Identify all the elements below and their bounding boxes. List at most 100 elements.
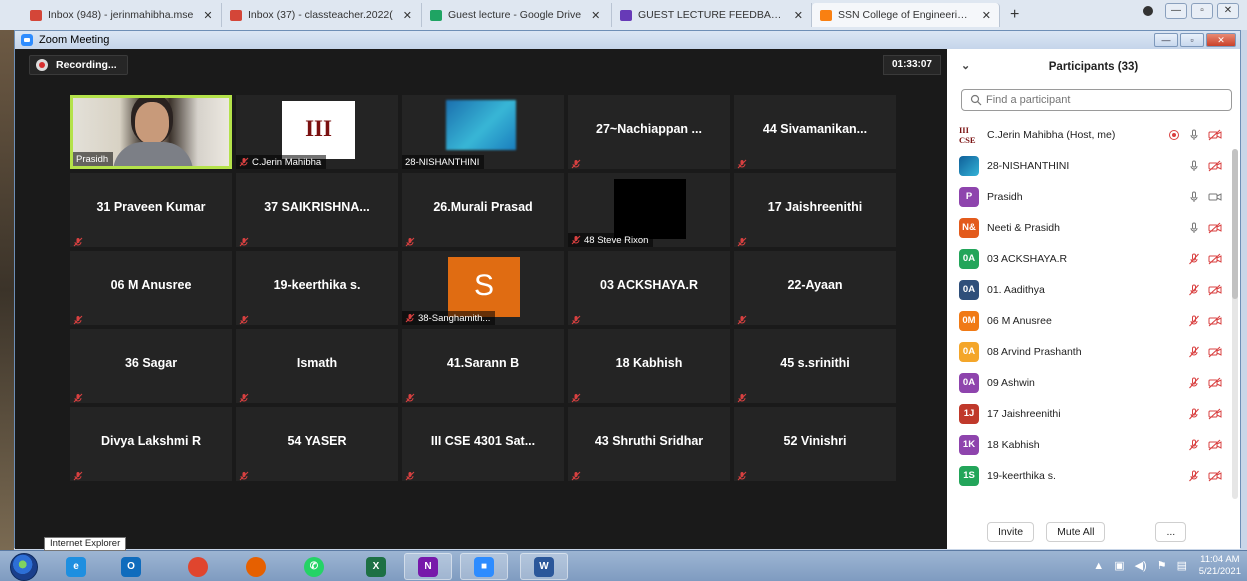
participant-tile[interactable]: 26.Murali Prasad — [402, 173, 564, 247]
browser-restore-button[interactable]: ▫ — [1191, 3, 1213, 19]
participant-tile[interactable]: III CSEC.Jerin Mahibha — [236, 95, 398, 169]
battery-icon[interactable]: ▤ — [1177, 559, 1187, 572]
maximize-button[interactable]: ▫ — [1180, 33, 1204, 47]
browser-tab[interactable]: GUEST LECTURE FEEDBACK FO ✕ — [612, 3, 812, 27]
participant-tile[interactable]: 22-Ayaan — [734, 251, 896, 325]
participant-row[interactable]: 28-NISHANTHINI — [947, 150, 1230, 181]
participant-tile[interactable]: 27~Nachiappan ... — [568, 95, 730, 169]
participant-tile[interactable]: 43 Shruthi Sridhar — [568, 407, 730, 481]
more-options-button[interactable]: ... — [1155, 522, 1187, 542]
participant-tile[interactable]: 45 s.srinithi — [734, 329, 896, 403]
participant-row[interactable]: 1S 19-keerthika s. — [947, 460, 1230, 487]
zoom-meeting-window: Zoom Meeting — ▫ ✕ Recording... 01:33:07… — [14, 30, 1241, 549]
participant-tile[interactable]: 19-keerthika s. — [236, 251, 398, 325]
browser-tab[interactable]: SSN College of Engineering: Lo ✕ — [812, 3, 1000, 27]
action-center-flag-icon[interactable]: ⚑ — [1157, 559, 1167, 572]
participant-tile[interactable]: 17 Jaishreenithi — [734, 173, 896, 247]
participant-tile[interactable]: 31 Praveen Kumar — [70, 173, 232, 247]
participant-tile[interactable]: 18 Kabhish — [568, 329, 730, 403]
invite-button[interactable]: Invite — [987, 522, 1035, 542]
browser-tab-label: SSN College of Engineering: Lo — [838, 9, 972, 21]
participant-search[interactable] — [961, 89, 1232, 111]
browser-tab[interactable]: Guest lecture - Google Drive ✕ — [422, 3, 612, 27]
taskbar-app-button[interactable]: ■ — [460, 553, 508, 580]
participant-list: III CSE C.Jerin Mahibha (Host, me) 28-NISH… — [947, 119, 1230, 487]
minimize-button[interactable]: — — [1154, 33, 1178, 47]
tab-close-icon[interactable]: ✕ — [982, 9, 991, 22]
participant-row[interactable]: 0A 01. Aadithya — [947, 274, 1230, 305]
participant-row[interactable]: 1K 18 Kabhish — [947, 429, 1230, 460]
recording-indicator[interactable]: Recording... — [29, 55, 128, 75]
participant-tile[interactable]: S 38-Sanghamith... — [402, 251, 564, 325]
mute-all-button[interactable]: Mute All — [1046, 522, 1106, 542]
search-input[interactable] — [986, 94, 1206, 106]
participant-name: 27~Nachiappan ... — [596, 122, 702, 136]
taskbar-app-button[interactable]: X — [352, 553, 400, 580]
participant-row[interactable]: 0A 03 ACKSHAYA.R — [947, 243, 1230, 274]
tab-close-icon[interactable]: ✕ — [403, 9, 412, 22]
taskbar-app-button[interactable]: O — [107, 553, 155, 580]
mic-muted-icon — [571, 390, 581, 403]
participant-name-label: 38-Sanghamith... — [402, 311, 496, 325]
participant-status-icons — [1188, 346, 1230, 358]
mic-muted-icon — [239, 468, 249, 481]
participant-tile[interactable]: Divya Lakshmi R — [70, 407, 232, 481]
word-icon: W — [534, 556, 554, 577]
mic-muted-icon — [405, 234, 415, 247]
participant-tile[interactable]: 48 Steve Rixon — [568, 173, 730, 247]
participant-row[interactable]: III CSE C.Jerin Mahibha (Host, me) — [947, 119, 1230, 150]
tab-close-icon[interactable]: ✕ — [203, 9, 212, 22]
close-button[interactable]: ✕ — [1206, 33, 1236, 47]
participant-row[interactable]: 0A 08 Arvind Prashanth — [947, 336, 1230, 367]
participant-tile[interactable]: 41.Sarann B — [402, 329, 564, 403]
gmail-icon — [230, 9, 242, 21]
participant-tile[interactable]: 52 Vinishri — [734, 407, 896, 481]
new-tab-button[interactable]: + — [1000, 6, 1029, 24]
participant-tile[interactable]: 37 SAIKRISHNA... — [236, 173, 398, 247]
taskbar-app-button[interactable]: ✆ — [290, 553, 338, 580]
participant-name: 18 Kabhish — [987, 438, 1040, 451]
participant-tile[interactable]: 06 M Anusree — [70, 251, 232, 325]
participant-tile[interactable]: 54 YASER — [236, 407, 398, 481]
participant-tile[interactable]: 03 ACKSHAYA.R — [568, 251, 730, 325]
browser-tab[interactable]: Inbox (37) - classteacher.2022(✕ — [222, 3, 422, 27]
participant-tile[interactable]: Prasidh — [70, 95, 232, 169]
participant-name: 18 Kabhish — [615, 356, 683, 370]
start-button[interactable] — [10, 553, 38, 581]
taskbar-app-button[interactable]: N — [404, 553, 452, 580]
participant-row[interactable]: 0M 06 M Anusree — [947, 305, 1230, 336]
browser-minimize-button[interactable]: — — [1165, 3, 1187, 19]
tab-close-icon[interactable]: ✕ — [794, 9, 803, 22]
volume-icon[interactable]: ◀) — [1135, 559, 1147, 572]
taskbar-app-button[interactable] — [232, 553, 280, 580]
taskbar-app-button[interactable] — [174, 553, 222, 580]
collapse-chevron-icon[interactable]: ⌄ — [961, 59, 970, 72]
browser-tab[interactable]: Inbox (948) - jerinmahibha.mse ✕ — [22, 3, 222, 27]
tab-close-icon[interactable]: ✕ — [591, 9, 600, 22]
participant-tile[interactable]: Ismath — [236, 329, 398, 403]
participant-status-icons — [1188, 439, 1230, 451]
participant-tile[interactable]: 44 Sivamanikan... — [734, 95, 896, 169]
browser-tab-strip: Inbox (948) - jerinmahibha.mse ✕ Inbox (37… — [0, 0, 1247, 30]
participant-row[interactable]: N& Neeti & Prasidh — [947, 212, 1230, 243]
participant-status-icons — [1188, 222, 1230, 234]
participant-list-scrollbar[interactable] — [1232, 149, 1238, 499]
taskbar-clock[interactable]: 11:04 AM 5/21/2021 — [1199, 554, 1241, 578]
participant-row[interactable]: P Prasidh — [947, 181, 1230, 212]
taskbar-app-button[interactable]: W — [520, 553, 568, 580]
participant-row[interactable]: 0A 09 Ashwin — [947, 367, 1230, 398]
profile-icon[interactable] — [1143, 6, 1153, 16]
taskbar-app-button[interactable]: e — [52, 553, 100, 580]
show-hidden-icons-icon[interactable]: ▲ — [1093, 560, 1104, 572]
participant-name-label: Prasidh — [73, 152, 114, 166]
mic-muted-icon — [1188, 377, 1200, 389]
participant-tile[interactable]: 36 Sagar — [70, 329, 232, 403]
participant-tile[interactable]: 28-NISHANTHINI — [402, 95, 564, 169]
scrollbar-thumb[interactable] — [1232, 149, 1238, 299]
participant-tile[interactable]: III CSE 4301 Sat... — [402, 407, 564, 481]
network-icon[interactable]: ▣ — [1114, 559, 1124, 572]
participant-row[interactable]: 1J 17 Jaishreenithi — [947, 398, 1230, 429]
mic-muted-icon — [737, 468, 747, 481]
browser-close-button[interactable]: ✕ — [1217, 3, 1239, 19]
participant-name: 17 Jaishreenithi — [987, 407, 1061, 420]
